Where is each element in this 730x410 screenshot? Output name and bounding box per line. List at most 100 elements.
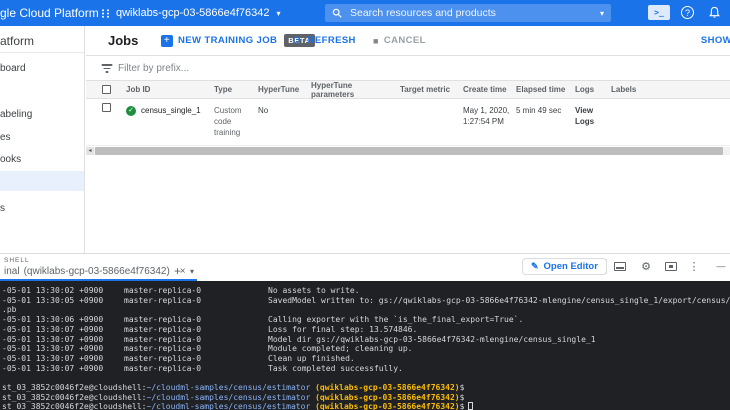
job-id-cell: ✓ census_single_1 <box>126 99 214 116</box>
terminal-log-line: -05-01 13:30:06 +0900 master-replica-0 Cal… <box>2 315 524 325</box>
row-checkbox[interactable] <box>101 103 111 112</box>
jobs-table-header: Job ID Type HyperTune HyperTune paramete… <box>86 81 730 99</box>
top-navigation-bar: gle Cloud Platform qwiklabs-gcp-03-5866e… <box>0 0 730 26</box>
terminal-tab[interactable]: inal (qwiklabs-gcp-03-5866e4f76342) × <box>4 266 186 277</box>
show-info-panel-button[interactable]: SHOW <box>701 35 730 46</box>
gcp-console-screen: gle Cloud Platform qwiklabs-gcp-03-5866e… <box>0 0 730 410</box>
cloud-shell-header: SHELL inal (qwiklabs-gcp-03-5866e4f76342… <box>0 253 730 281</box>
select-all-cell <box>86 85 126 94</box>
header-divider <box>606 259 607 274</box>
hypertune-parameters-cell <box>311 99 400 105</box>
terminal-log-line: -05-01 13:30:07 +0900 master-replica-0 Cle… <box>2 353 355 363</box>
terminal-log-line: -05-01 13:30:07 +0900 master-replica-0 Mod… <box>2 334 596 344</box>
settings-gear-icon[interactable]: ⚙ <box>639 260 653 273</box>
terminal-prompt-line: st_03_3852c0046f2e@cloudshell:~/cloudml-… <box>2 392 465 402</box>
tab-chevron-down-icon[interactable]: ▾ <box>190 267 194 276</box>
terminal-tab-name: inal <box>4 266 20 277</box>
terminal-log-line: -05-01 13:30:02 +0900 master-replica-0 No … <box>2 286 360 295</box>
create-time-cell: May 1, 2020, 1:27:54 PM <box>463 106 510 126</box>
scrollbar-thumb[interactable] <box>95 147 723 155</box>
terminal-prompt-line: st_03_3852c0046f2e@cloudshell:~/cloudml-… <box>2 383 465 393</box>
terminal-prompts: st_03_3852c0046f2e@cloudshell:~/cloudml-… <box>2 383 730 410</box>
search-placeholder: Search resources and products <box>350 7 496 19</box>
terminal-log-line: -05-01 13:30:07 +0900 master-replica-0 Mod… <box>2 344 413 354</box>
new-training-job-label: NEW TRAINING JOB <box>178 35 278 46</box>
refresh-icon: ⟳ <box>293 35 303 47</box>
column-header-logs[interactable]: Logs <box>575 85 611 94</box>
filter-icon <box>101 64 112 73</box>
sidebar-divider <box>0 52 84 53</box>
table-row[interactable]: ✓ census_single_1 Custom code training N… <box>86 99 730 146</box>
cancel-button[interactable]: ■ CANCEL <box>373 35 426 46</box>
terminal-prompt-line: st_03_3852c0046f2e@cloudshell:~/cloudml-… <box>2 402 730 410</box>
column-header-create-time[interactable]: Create time <box>463 85 516 94</box>
search-chevron-down-icon[interactable]: ▾ <box>600 9 604 18</box>
cloud-shell-panel: SHELL inal (qwiklabs-gcp-03-5866e4f76342… <box>0 253 730 410</box>
terminal-log-line: -05-01 13:30:07 +0900 master-replica-0 Los… <box>2 324 418 334</box>
column-header-type[interactable]: Type <box>214 85 258 94</box>
terminal-log-line: -05-01 13:30:07 +0900 master-replica-0 Tas… <box>2 363 403 373</box>
labels-cell <box>611 99 730 105</box>
horizontal-scrollbar[interactable]: ◂ <box>86 147 730 155</box>
terminal-log-line: .pb <box>2 305 17 315</box>
gcp-logo-text[interactable]: gle Cloud Platform <box>0 0 99 26</box>
elapsed-time-cell: 5 min 49 sec <box>516 106 562 115</box>
open-editor-button[interactable]: ✎ Open Editor <box>522 258 607 275</box>
job-success-icon: ✓ <box>126 105 136 116</box>
scroll-left-arrow-icon[interactable]: ◂ <box>86 147 94 155</box>
terminal-log-line <box>2 373 730 383</box>
column-header-labels[interactable]: Labels <box>611 85 730 94</box>
search-icon <box>332 8 342 18</box>
row-select-cell <box>86 99 126 112</box>
terminal-log-line: -05-01 13:30:05 +0900 master-replica-0 Sav… <box>2 295 730 305</box>
ai-platform-sidebar: atform board abeling es ooks s <box>0 26 85 253</box>
hypertune-cell: No <box>258 106 269 115</box>
terminal-output[interactable]: -05-01 13:30:02 +0900 master-replica-0 No … <box>0 281 730 410</box>
terminal-tab-project: (qwiklabs-gcp-03-5866e4f76342) <box>23 266 170 277</box>
terminal-log: -05-01 13:30:02 +0900 master-replica-0 No … <box>2 286 730 383</box>
project-picker[interactable]: qwiklabs-gcp-03-5866e4f76342 ▾ <box>100 0 281 26</box>
view-logs-link[interactable]: View Logs <box>575 99 611 127</box>
search-input[interactable]: Search resources and products ▾ <box>325 4 611 22</box>
terminal-window-icon[interactable] <box>613 260 627 272</box>
notifications-bell-icon[interactable] <box>708 6 721 19</box>
jobs-toolbar: Jobs + NEW TRAINING JOB BETA ⟳ REFRESH ■… <box>86 26 730 56</box>
refresh-label: REFRESH <box>307 35 356 46</box>
jobs-page: Jobs + NEW TRAINING JOB BETA ⟳ REFRESH ■… <box>86 26 730 253</box>
cancel-label: CANCEL <box>383 35 426 46</box>
select-all-checkbox[interactable] <box>101 85 111 94</box>
pencil-icon: ✎ <box>531 261 539 271</box>
more-options-icon[interactable]: ⋮ <box>687 260 701 273</box>
filter-bar <box>86 57 730 81</box>
sidebar-section-title: atform <box>0 34 35 48</box>
stop-icon: ■ <box>373 35 379 46</box>
activate-cloud-shell-icon[interactable]: >_ <box>648 5 670 20</box>
column-header-target-metric[interactable]: Target metric <box>400 85 463 94</box>
column-header-elapsed-time[interactable]: Elapsed time <box>516 85 575 94</box>
plus-icon: + <box>161 34 173 47</box>
cloud-shell-panel-label: SHELL <box>4 257 30 264</box>
job-type-cell: Custom code training <box>214 106 242 137</box>
sidebar-item-data-labeling[interactable]: abeling <box>0 104 84 124</box>
column-header-hypertune[interactable]: HyperTune <box>258 85 311 94</box>
sidebar-item-dashboard[interactable]: board <box>0 58 84 78</box>
project-grid-icon <box>102 8 109 18</box>
filter-input[interactable] <box>118 63 730 74</box>
new-training-job-button[interactable]: + NEW TRAINING JOB BETA <box>161 34 315 47</box>
job-id-text[interactable]: census_single_1 <box>141 105 201 116</box>
refresh-button[interactable]: ⟳ REFRESH <box>293 34 356 47</box>
terminal-cursor <box>468 402 474 410</box>
minimize-icon[interactable]: — <box>714 260 728 272</box>
add-tab-icon[interactable]: + <box>174 264 181 278</box>
help-icon[interactable]: ? <box>681 6 694 19</box>
column-header-job-id[interactable]: Job ID <box>126 85 214 94</box>
open-editor-label: Open Editor <box>543 261 598 272</box>
column-header-hypertune-parameters[interactable]: HyperTune parameters <box>311 81 400 99</box>
page-title: Jobs <box>108 33 139 48</box>
project-name: qwiklabs-gcp-03-5866e4f76342 <box>116 7 270 19</box>
sidebar-item-notebooks[interactable]: ooks <box>0 149 84 169</box>
sidebar-item-jobs-selected[interactable] <box>0 171 84 191</box>
web-preview-icon[interactable] <box>664 260 678 272</box>
sidebar-item-models[interactable]: s <box>0 198 84 218</box>
sidebar-item-pipelines[interactable]: es <box>0 127 84 147</box>
